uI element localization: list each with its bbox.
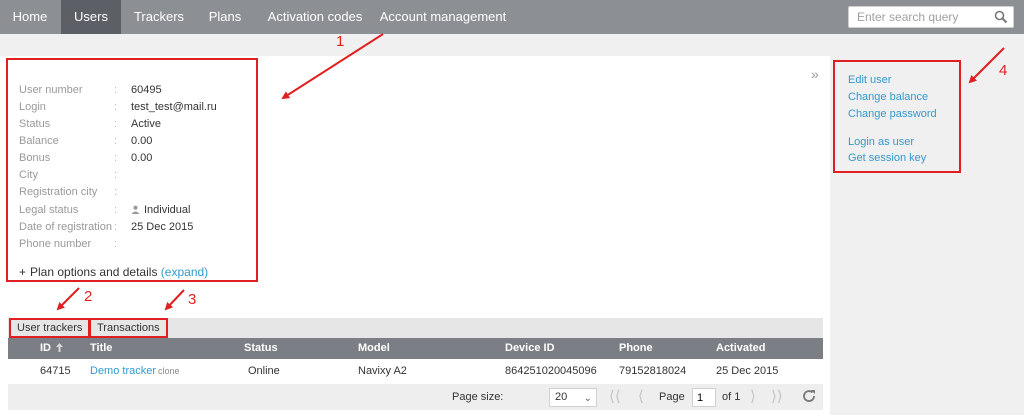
tab-user-trackers[interactable]: User trackers (9, 318, 91, 338)
table-header (8, 338, 823, 359)
cell-title: Demo tracker clone (90, 363, 180, 379)
cell-model: Navixy A2 (358, 365, 407, 377)
page-count-label: of 1 (722, 391, 741, 403)
tracker-title-link[interactable]: Demo tracker (90, 365, 156, 377)
last-page-icon[interactable]: ⟩⟩ (771, 387, 783, 407)
cell-activated: 25 Dec 2015 (716, 365, 779, 377)
arrow-1 (281, 33, 384, 100)
column-header-title[interactable]: Title (90, 338, 112, 359)
chevron-down-icon: ⌄ (583, 393, 592, 404)
cell-id: 64715 (40, 365, 71, 377)
column-header-device-id[interactable]: Device ID (505, 338, 555, 359)
tab-transactions[interactable]: Transactions (89, 318, 168, 338)
page-label: Page (659, 391, 685, 403)
column-header-id[interactable]: ID (40, 338, 64, 359)
annotation-number-4: 4 (999, 62, 1008, 79)
arrow-2 (56, 287, 80, 311)
page-size-value: 20 (555, 391, 568, 403)
first-page-icon[interactable]: ⟨⟨ (609, 387, 621, 407)
page-size-select[interactable]: 20 ⌄ (549, 388, 597, 407)
cell-status: Online (248, 365, 280, 377)
annotation-number-1: 1 (336, 33, 345, 50)
refresh-icon[interactable] (801, 388, 817, 404)
column-header-phone[interactable]: Phone (619, 338, 653, 359)
arrow-3 (164, 289, 185, 311)
column-header-status[interactable]: Status (244, 338, 278, 359)
cell-phone: 79152818024 (619, 365, 687, 377)
page-size-label: Page size: (452, 391, 504, 403)
cell-device-id: 864251020045096 (505, 365, 597, 377)
sort-ascending-icon (56, 343, 64, 352)
annotation-number-2: 2 (84, 288, 93, 305)
next-page-icon[interactable]: ⟩ (750, 387, 756, 407)
column-header-model[interactable]: Model (358, 338, 390, 359)
previous-page-icon[interactable]: ⟨ (638, 387, 644, 407)
page-number-input[interactable] (692, 388, 716, 407)
clone-link[interactable]: clone (158, 366, 180, 376)
annotation-number-3: 3 (188, 291, 197, 308)
column-header-activated[interactable]: Activated (716, 338, 766, 359)
